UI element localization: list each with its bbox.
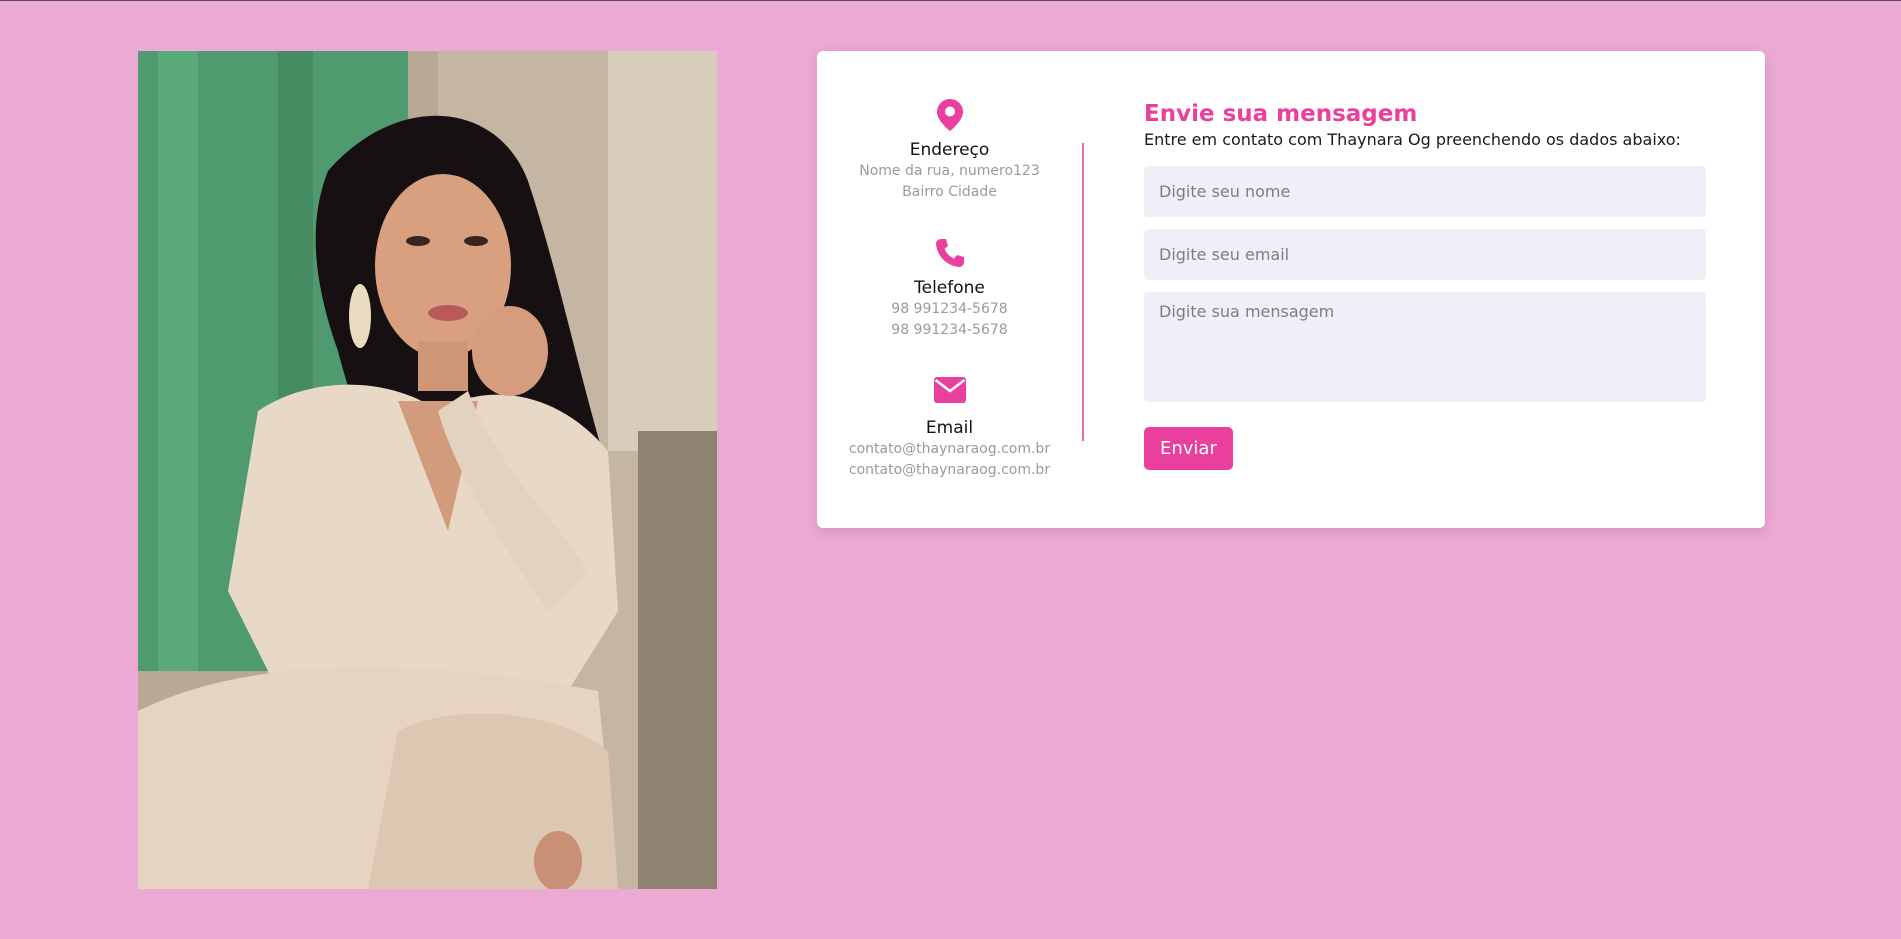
email-line-1: contato@thaynaraog.com.br — [848, 441, 1051, 457]
form-title: Envie sua mensagem — [1144, 101, 1418, 127]
send-button[interactable]: Enviar — [1144, 427, 1233, 470]
phone-title: Telefone — [914, 278, 985, 298]
address-block: Endereço Nome da rua, numero123 Bairro C… — [817, 99, 1082, 203]
name-input[interactable] — [1144, 166, 1706, 217]
phone-block: Telefone 98 991234-5678 98 991234-5678 — [817, 237, 1082, 341]
address-line-2: Bairro Cidade — [902, 184, 997, 200]
phone-icon — [817, 237, 1082, 269]
contact-card: Endereço Nome da rua, numero123 Bairro C… — [817, 51, 1765, 528]
form-subtitle: Entre em contato com Thaynara Og preench… — [1144, 130, 1681, 149]
email-block: Email contato@thaynaraog.com.br contato@… — [817, 374, 1082, 481]
map-pin-icon — [817, 99, 1082, 131]
email-title: Email — [925, 418, 974, 438]
message-textarea[interactable] — [1144, 292, 1706, 402]
contact-info-column: Endereço Nome da rua, numero123 Bairro C… — [817, 51, 1082, 528]
contact-page: Endereço Nome da rua, numero123 Bairro C… — [0, 0, 1901, 939]
email-line-2: contato@thaynaraog.com.br — [848, 462, 1051, 478]
portrait-photo — [138, 51, 717, 889]
phone-line-2: 98 991234-5678 — [891, 322, 1008, 338]
address-line-1: Nome da rua, numero123 — [859, 163, 1040, 179]
phone-line-1: 98 991234-5678 — [891, 301, 1008, 317]
envelope-icon — [817, 377, 1082, 409]
address-title: Endereço — [909, 140, 990, 160]
email-input[interactable] — [1144, 229, 1706, 280]
portrait-illustration — [138, 51, 717, 889]
contact-form: Envie sua mensagem Entre em contato com … — [1144, 99, 1706, 470]
column-divider — [1082, 143, 1084, 441]
